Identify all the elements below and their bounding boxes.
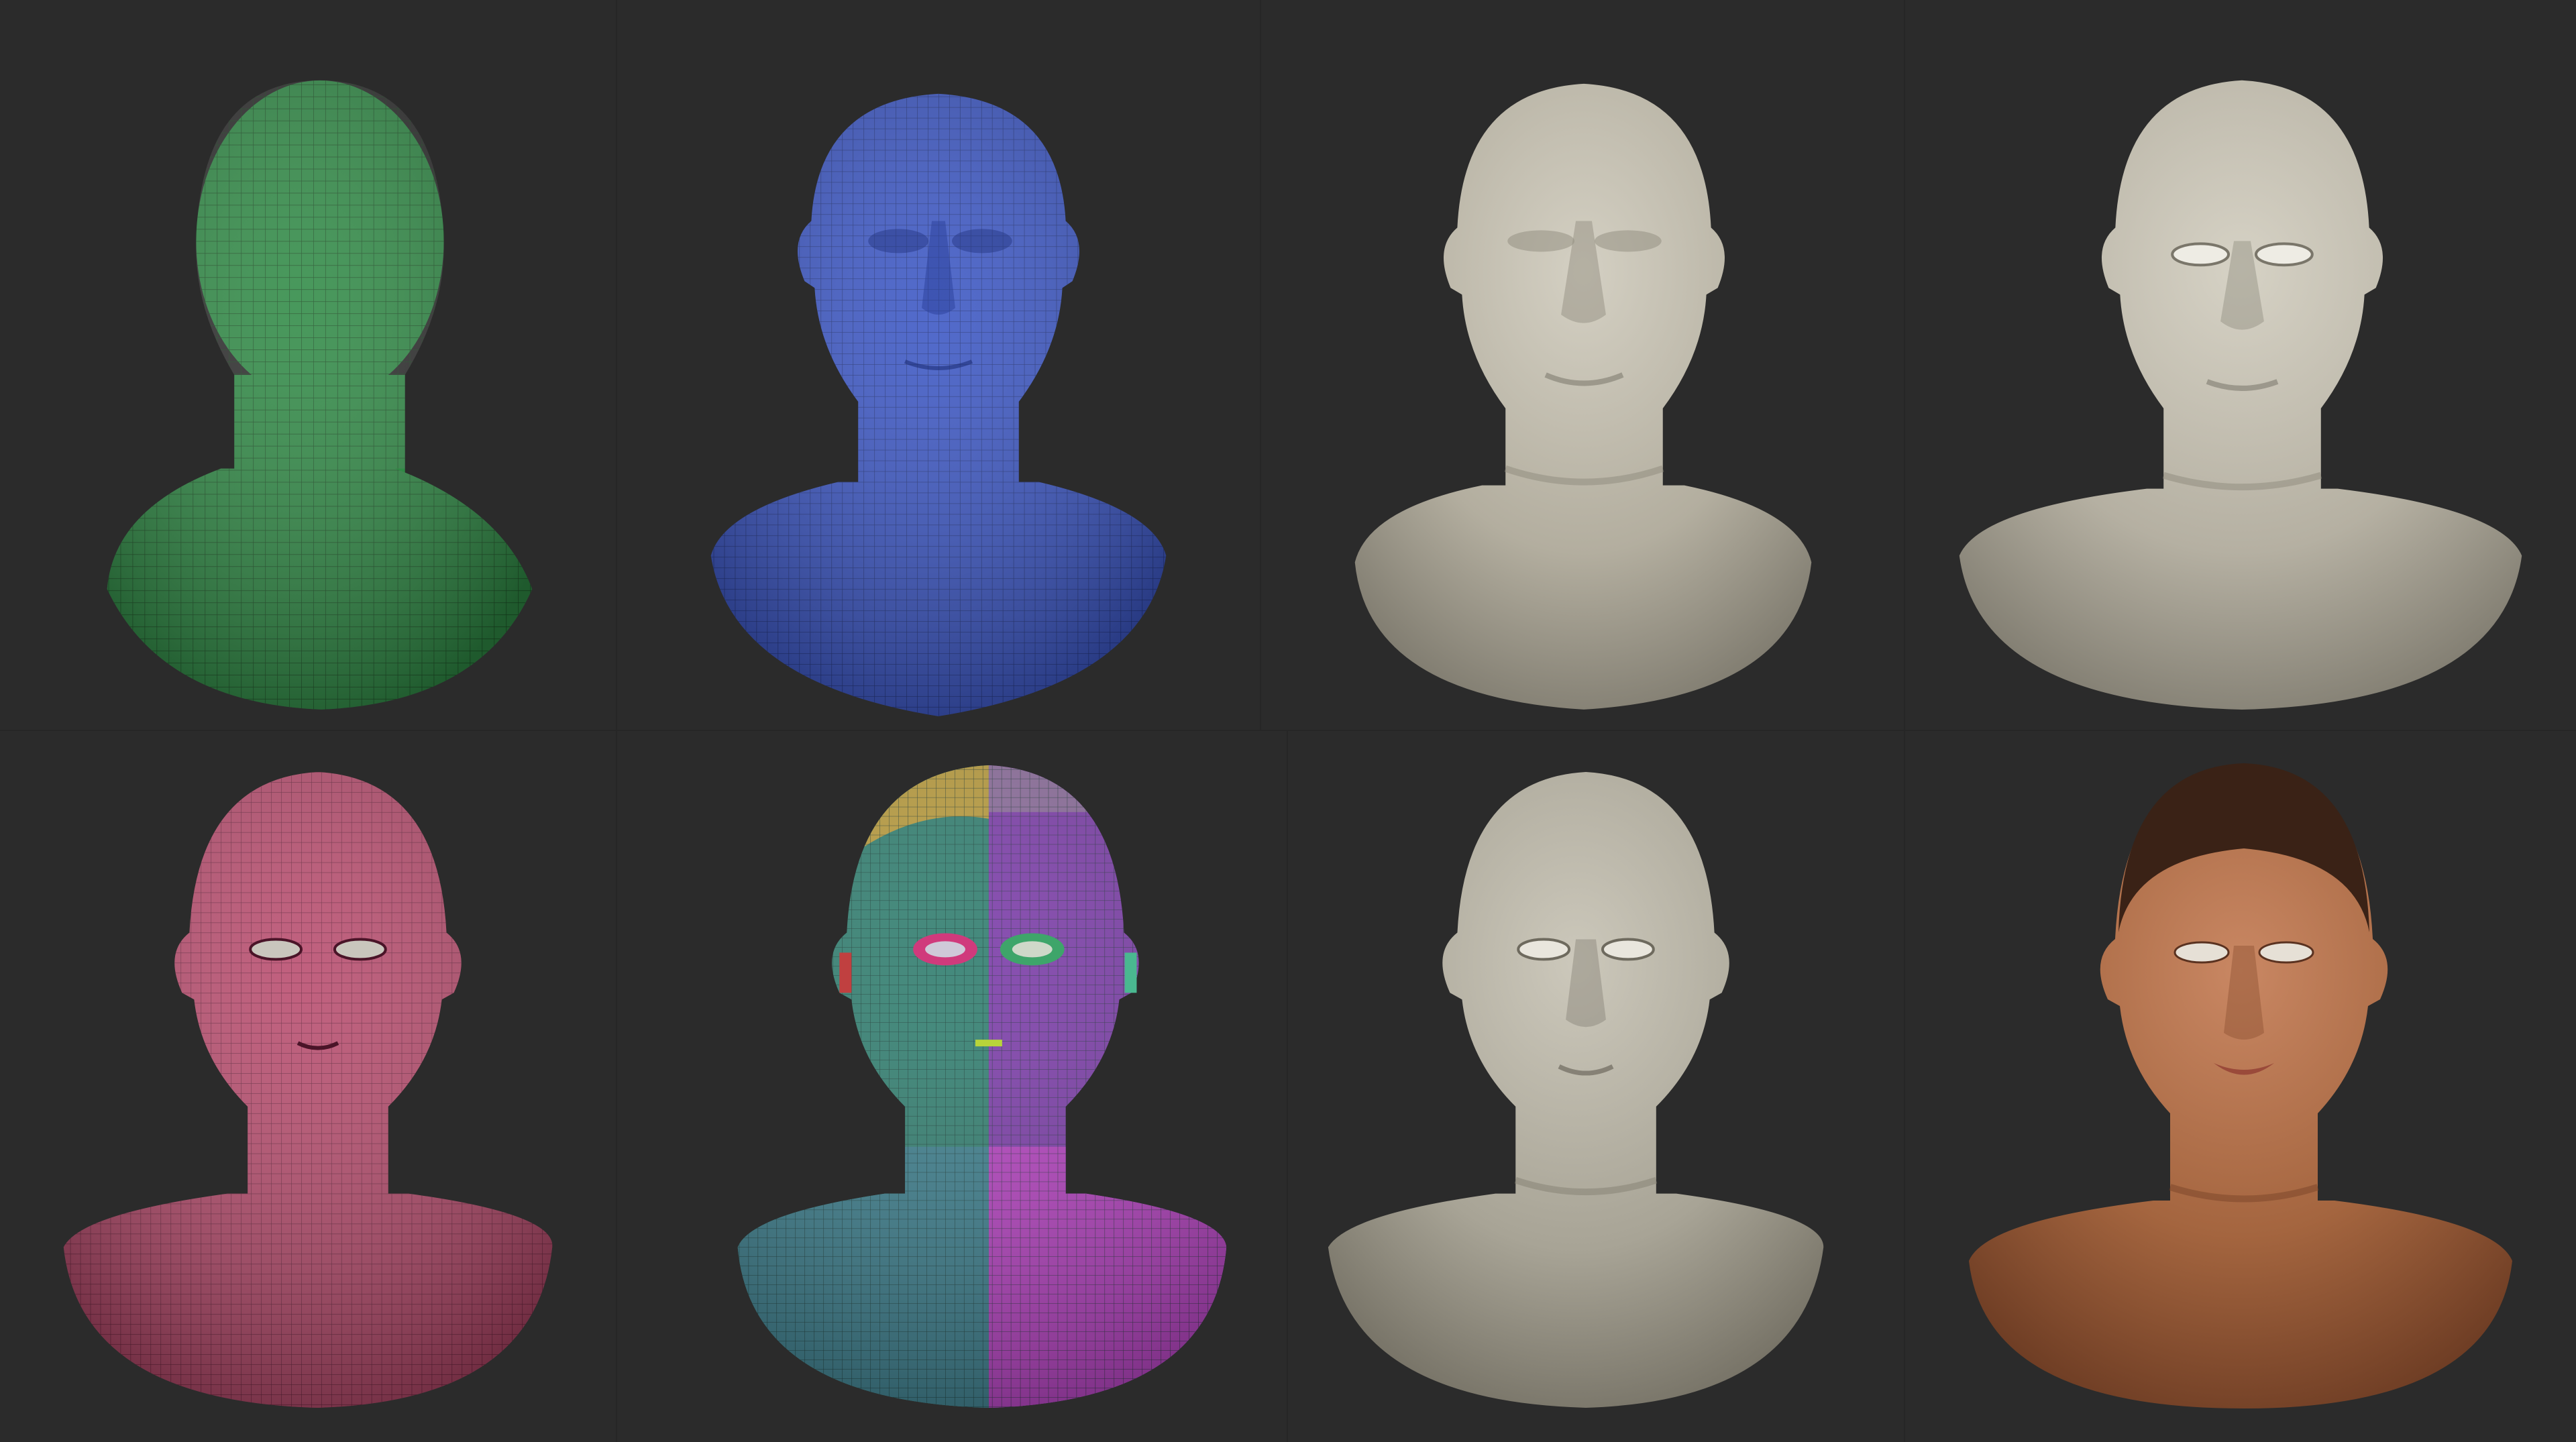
bust-clay-sculpt-rough [1354,83,1812,710]
panel-6 [617,731,1288,1442]
bust-textured-skin [1969,763,2512,1408]
panel-3 [1261,0,1905,731]
panel-8 [1905,731,2576,1442]
bust-uv-polygroups [737,765,1227,1408]
panel-4 [1905,0,2576,731]
bust-detail-sculpt [1328,772,1824,1408]
panel-7 [1288,731,1905,1442]
contact-sheet [0,0,2576,1442]
panel-2 [617,0,1261,731]
bust-primary-forms [710,93,1167,716]
panel-1 [0,0,617,731]
panel-5 [0,731,617,1442]
bust-base-mesh [107,80,533,710]
bust-clay-sculpt-eyes [1959,80,2522,710]
bust-retopology [63,772,553,1408]
